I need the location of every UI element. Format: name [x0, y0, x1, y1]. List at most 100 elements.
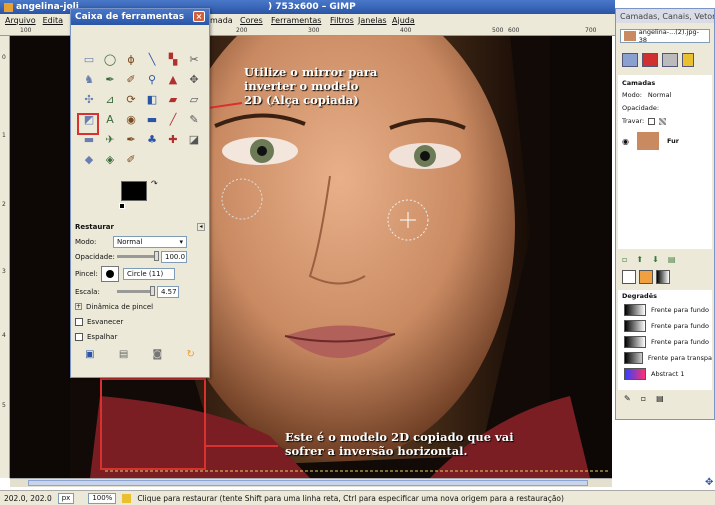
fuzzy-select-icon[interactable]: ╲ [144, 51, 160, 67]
blur-icon[interactable]: ◆ [81, 151, 97, 167]
move-icon[interactable]: ✥ [186, 71, 202, 87]
layer-mode-value[interactable]: Normal [648, 91, 672, 99]
lock-pixels-checkbox[interactable] [648, 117, 656, 125]
lock-alpha-checkbox[interactable] [659, 117, 667, 125]
scale-icon[interactable]: ◧ [144, 91, 160, 107]
mode-label: Modo: [75, 237, 97, 246]
tab-gradients[interactable] [656, 270, 670, 284]
heal-icon[interactable]: ✚ [165, 131, 181, 147]
lower-layer-icon[interactable]: ⬇ [652, 255, 659, 264]
gradient-swatch [624, 352, 643, 364]
scale-slider[interactable] [117, 286, 155, 296]
horizontal-scrollbar[interactable] [10, 478, 612, 487]
brush-preview[interactable] [101, 266, 119, 282]
dynamics-label[interactable]: Dinâmica de pincel [86, 303, 153, 311]
bucket-fill-icon[interactable]: ◉ [123, 111, 139, 127]
image-select[interactable]: angelina-...(2).jpg-38 [620, 28, 710, 44]
color-select-icon[interactable]: ▚ [165, 51, 181, 67]
scale-value[interactable]: 4.57 [157, 285, 179, 298]
scrollbar-thumb[interactable] [28, 480, 588, 486]
layers-heading: Camadas [622, 79, 656, 87]
gradient-item[interactable]: Frente para fundo [618, 302, 712, 318]
blend-icon[interactable]: ▬ [144, 111, 160, 127]
gradient-name: Abstract 1 [651, 370, 685, 378]
dock-titlebar[interactable]: Camadas, Canais, Vetore [616, 9, 714, 23]
gradient-item[interactable]: Frente para fundo [618, 334, 712, 350]
color-picker-icon[interactable]: ✐ [123, 71, 139, 87]
brush-label: Pincel: [75, 270, 98, 278]
spread-checkbox[interactable] [75, 332, 83, 341]
gradient-list: Frente para fundo Frente para fundo Frente… [618, 302, 712, 382]
unit-select[interactable]: px [57, 492, 75, 504]
tab-undo[interactable] [682, 53, 694, 67]
opacity-slider[interactable] [117, 251, 159, 261]
reset-options-icon[interactable]: ↻ [186, 349, 194, 360]
paintbrush-icon[interactable]: ✎ [186, 111, 202, 127]
opacity-value[interactable]: 100.0 [161, 250, 187, 263]
close-icon[interactable]: × [193, 11, 205, 22]
gradients-panel: Degradês Frente para fundo Frente para fu… [618, 290, 712, 390]
toolbox-titlebar[interactable]: Caixa de ferramentas × [71, 9, 209, 25]
lasso-icon[interactable]: ϕ [123, 51, 139, 67]
crop-icon[interactable]: ⊿ [102, 91, 118, 107]
default-colors-icon[interactable] [119, 203, 125, 209]
gradient-item[interactable]: Frente para transpa [618, 350, 712, 366]
fade-checkbox[interactable] [75, 317, 83, 326]
raise-layer-icon[interactable]: ⬆ [636, 255, 643, 264]
rotate-icon[interactable]: ⟳ [123, 91, 139, 107]
tab-channels[interactable] [642, 53, 658, 67]
annotation-line: sofrer a inversão horizontal. [285, 444, 468, 458]
mode-value: Normal [117, 237, 143, 246]
foreground-color-swatch[interactable] [121, 181, 147, 201]
eye-icon[interactable]: ◉ [622, 137, 629, 146]
rect-select-icon[interactable]: ▭ [81, 51, 97, 67]
tab-patterns[interactable] [639, 270, 653, 284]
delete-options-icon[interactable]: ◙ [153, 349, 163, 360]
save-options-icon[interactable]: ▣ [85, 349, 94, 360]
swap-colors-icon[interactable]: ↷ [151, 179, 158, 188]
annotation-mirror: Utilize o mirror para inverter o modelo … [244, 65, 377, 107]
tab-brushes[interactable] [622, 270, 636, 284]
text-icon[interactable]: A [102, 111, 118, 127]
paths-icon[interactable]: ✒ [102, 71, 118, 87]
annotation-line: Utilize o mirror para [244, 65, 378, 79]
status-tool-icon [122, 493, 132, 503]
pencil-icon[interactable]: ╱ [165, 111, 181, 127]
spread-label: Espalhar [87, 332, 118, 341]
gradient-item[interactable]: Frente para fundo [618, 318, 712, 334]
perspective-icon[interactable]: ▱ [186, 91, 202, 107]
duplicate-layer-icon[interactable]: ▤ [668, 255, 676, 264]
new-layer-icon[interactable]: ▫ [622, 255, 627, 264]
ellipse-select-icon[interactable]: ◯ [102, 51, 118, 67]
mode-select[interactable]: Normal ▾ [113, 235, 187, 248]
gradient-swatch [624, 368, 646, 380]
brush-tabs [616, 266, 714, 288]
restore-options-icon[interactable]: ▤ [119, 349, 128, 360]
tab-layers[interactable] [622, 53, 638, 67]
shear-icon[interactable]: ▰ [165, 91, 181, 107]
airbrush-icon[interactable]: ✈ [102, 131, 118, 147]
scissors-icon[interactable]: ✂ [186, 51, 202, 67]
restore-defaults-icon[interactable]: ◂ [197, 222, 205, 231]
ink-icon[interactable]: ✒ [123, 131, 139, 147]
align-icon[interactable]: ✣ [81, 91, 97, 107]
layer-row[interactable]: ◉ Fur [622, 131, 708, 151]
expander-icon[interactable]: + [75, 303, 82, 310]
dodge-icon[interactable]: ✐ [123, 151, 139, 167]
gradient-item[interactable]: Abstract 1 [618, 366, 712, 382]
clone-icon[interactable]: ♣ [144, 131, 160, 147]
tab-paths[interactable] [662, 53, 678, 67]
zoom-icon[interactable]: ⚲ [144, 71, 160, 87]
perspective-clone-icon[interactable]: ◪ [186, 131, 202, 147]
chevron-down-icon: ▾ [179, 237, 183, 246]
measure-icon[interactable]: ▲ [165, 71, 181, 87]
new-gradient-icon[interactable]: ▫ [641, 394, 646, 403]
gradient-name: Frente para transpa [647, 354, 712, 362]
navigate-icon[interactable]: ✥ [705, 478, 715, 488]
edit-gradient-icon[interactable]: ✎ [624, 394, 631, 403]
smudge-icon[interactable]: ◈ [102, 151, 118, 167]
brush-name[interactable]: Circle (11) [123, 268, 175, 280]
duplicate-gradient-icon[interactable]: ▤ [656, 394, 664, 403]
foreground-select-icon[interactable]: ♞ [81, 71, 97, 87]
zoom-select[interactable]: 100% [88, 492, 117, 504]
